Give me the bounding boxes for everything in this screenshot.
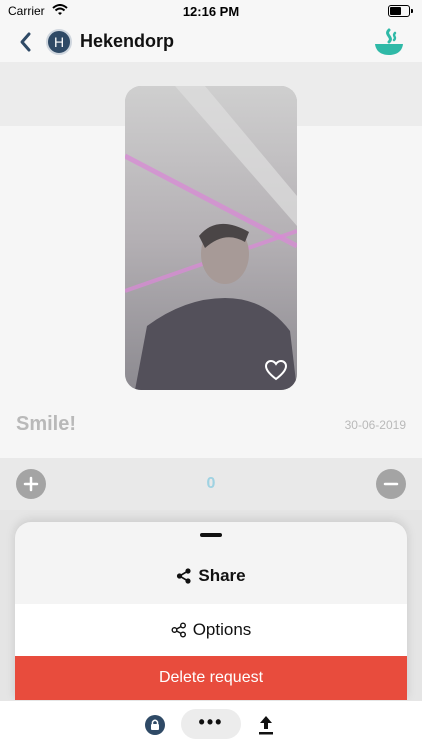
more-button[interactable]: •••: [181, 709, 241, 739]
counter-row: 0: [0, 458, 422, 510]
options-icon: [171, 622, 186, 638]
lock-button[interactable]: [145, 715, 165, 735]
delete-request-label: Delete request: [158, 669, 264, 686]
minus-icon: [383, 482, 399, 486]
lock-icon: [151, 719, 159, 730]
action-sheet: Share Options Delete request: [15, 522, 407, 700]
post-photo[interactable]: [125, 86, 297, 390]
upload-icon[interactable]: [256, 714, 276, 736]
page-title: Hekendorp: [80, 31, 175, 51]
delete-request-button[interactable]: Delete request: [15, 656, 407, 700]
share-icon: [177, 568, 191, 584]
options-button[interactable]: Options: [15, 604, 407, 656]
post-caption: Smile!: [16, 413, 77, 435]
photo-image: [125, 86, 297, 390]
options-label: Options: [192, 620, 252, 639]
avatar[interactable]: H: [46, 29, 72, 55]
count-value: 0: [206, 475, 216, 492]
bottom-toolbar: •••: [0, 700, 422, 751]
clock: 12:16 PM: [182, 4, 240, 19]
chevron-left-icon[interactable]: [14, 30, 38, 54]
nav-header: H Hekendorp: [0, 22, 422, 62]
bowl-logo-icon[interactable]: [372, 28, 406, 58]
heart-icon[interactable]: [264, 359, 288, 381]
share-label: Share: [198, 566, 246, 585]
battery-icon: [388, 5, 413, 17]
minus-button[interactable]: [376, 469, 406, 499]
sheet-grabber[interactable]: [200, 533, 222, 537]
status-bar: Carrier 12:16 PM: [0, 0, 422, 22]
share-button[interactable]: Share: [15, 548, 407, 604]
post-date: 30-06-2019: [344, 418, 406, 432]
